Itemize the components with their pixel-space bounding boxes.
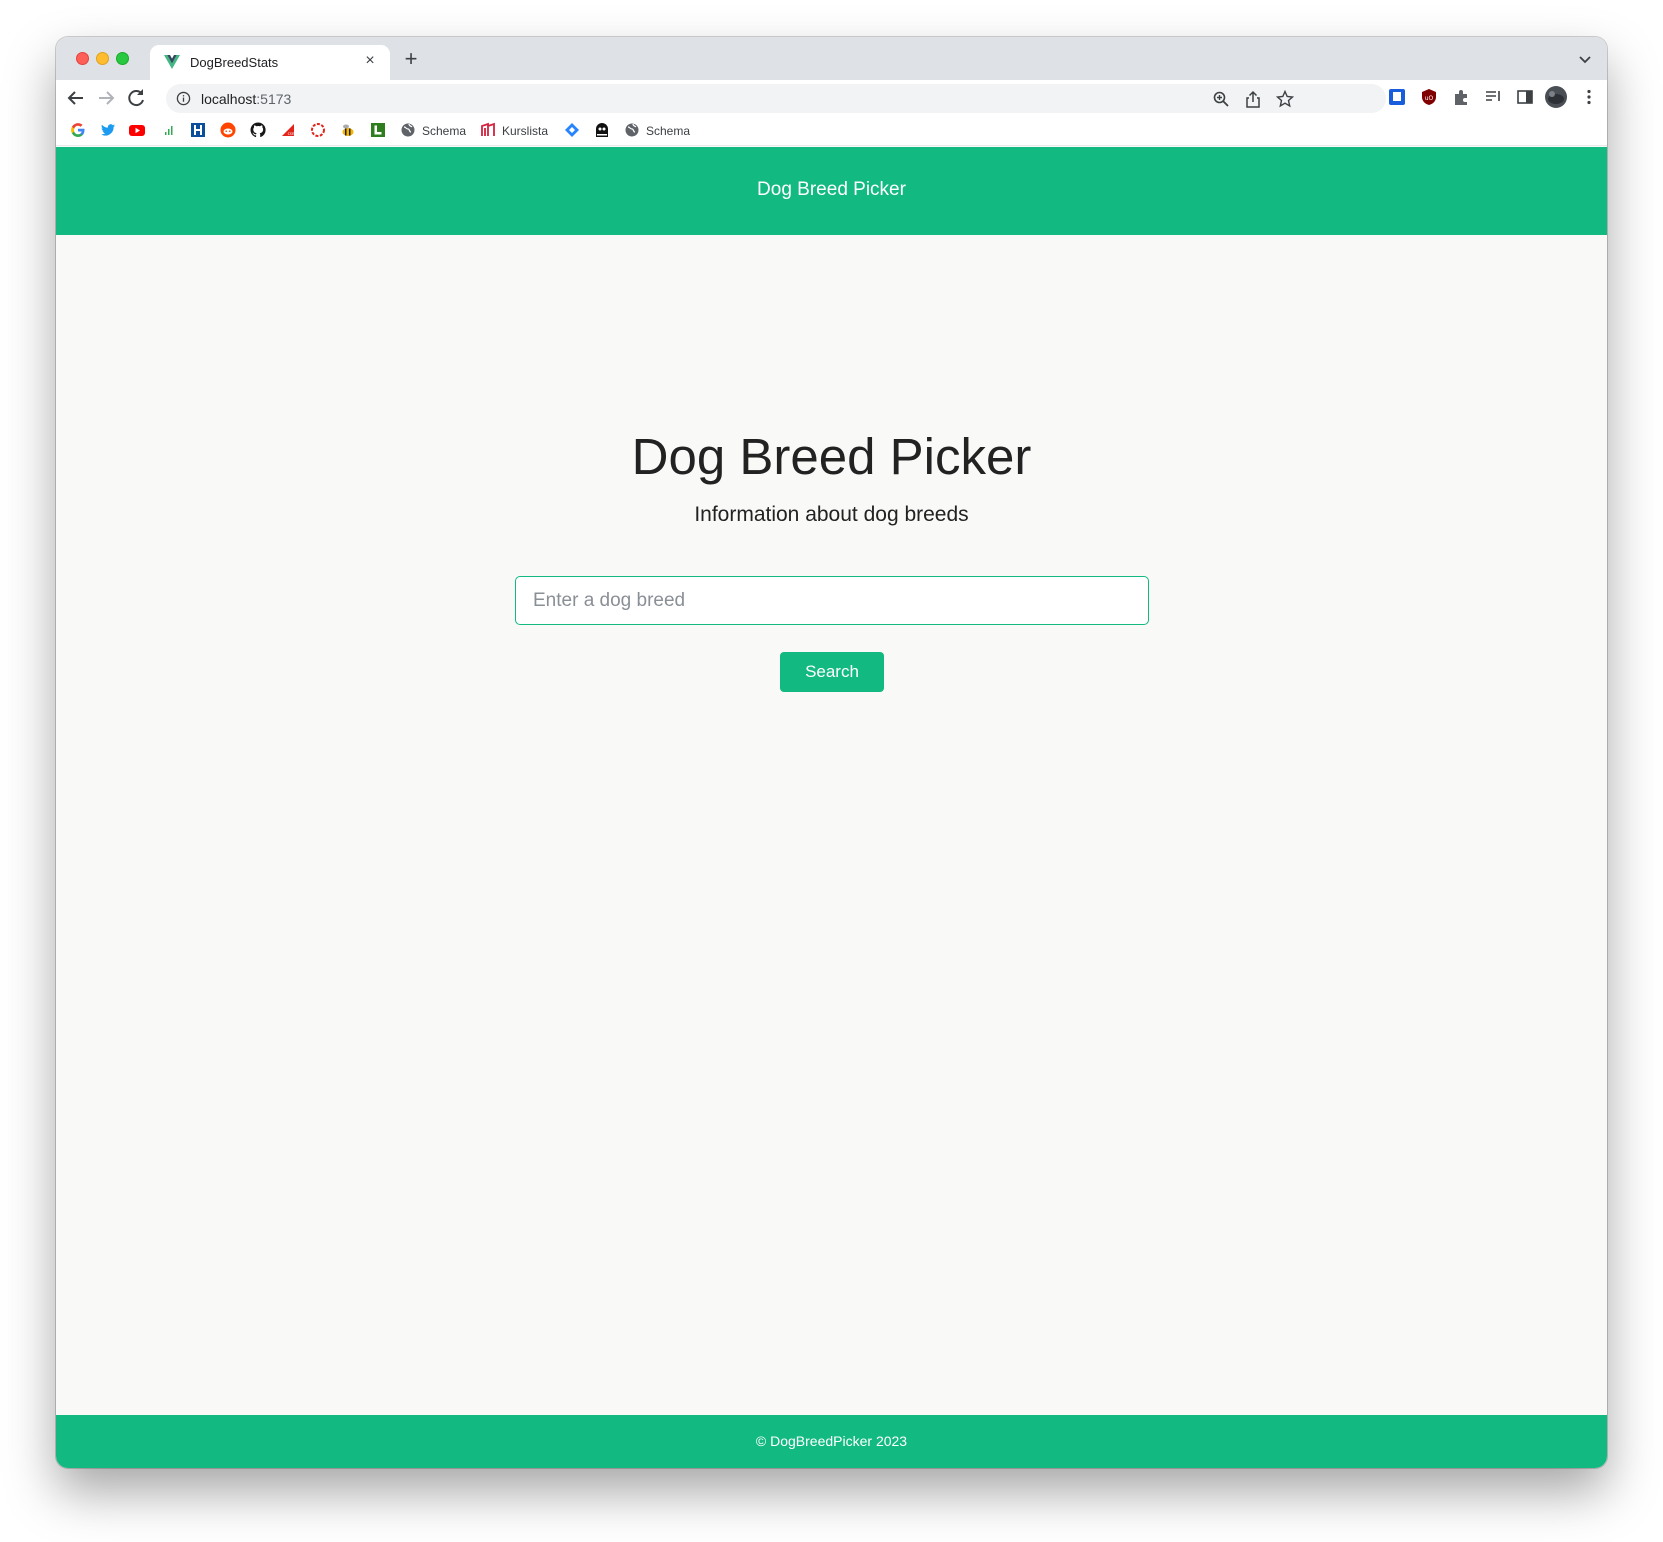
globe-icon[interactable]	[400, 122, 416, 138]
reload-icon[interactable]	[124, 86, 148, 110]
svg-text:uO: uO	[1425, 95, 1434, 102]
l-icon[interactable]	[370, 122, 386, 138]
tab-strip: DogBreedStats × +	[56, 37, 1607, 80]
breed-search-input[interactable]	[515, 576, 1149, 625]
chevron-down-icon[interactable]	[1575, 49, 1595, 69]
footer-copyright: © DogBreedPicker 2023	[755, 1433, 908, 1449]
diamond-icon[interactable]	[564, 122, 580, 138]
csn-icon[interactable]: csn	[280, 122, 296, 138]
bee-icon[interactable]	[340, 122, 356, 138]
analytics-icon[interactable]	[160, 122, 176, 138]
bookmark-label-schema[interactable]: Schema	[422, 124, 466, 138]
side-panel-icon[interactable]	[1516, 88, 1534, 106]
bookmark-star-icon[interactable]	[1276, 90, 1294, 108]
ghost-icon[interactable]	[594, 122, 610, 138]
more-menu-icon[interactable]	[1580, 88, 1598, 106]
ring-icon[interactable]	[310, 122, 326, 138]
forward-arrow-icon[interactable]	[94, 86, 118, 110]
svg-text:csn: csn	[288, 131, 295, 136]
youtube-icon[interactable]	[128, 122, 146, 138]
zoom-icon[interactable]	[1212, 90, 1230, 108]
github-icon[interactable]	[250, 122, 266, 138]
zoom-window-button[interactable]	[116, 52, 129, 65]
reddit-icon[interactable]	[220, 122, 236, 138]
url-host: localhost	[201, 91, 257, 107]
info-icon[interactable]	[176, 91, 191, 106]
close-window-button[interactable]	[76, 52, 89, 65]
site-header: Dog Breed Picker	[56, 147, 1607, 235]
extension-bitwarden-icon[interactable]	[1388, 88, 1406, 106]
google-icon[interactable]	[70, 122, 86, 138]
bookmark-label-schema-2[interactable]: Schema	[646, 124, 690, 138]
bookmark-label-kurslista[interactable]: Kurslista	[502, 124, 548, 138]
page-subtitle: Information about dog breeds	[694, 503, 969, 526]
back-arrow-icon[interactable]	[64, 86, 88, 110]
share-icon[interactable]	[1244, 90, 1262, 108]
extension-ublock-icon[interactable]: uO	[1420, 88, 1438, 106]
profile-avatar[interactable]	[1544, 85, 1568, 109]
browser-window: DogBreedStats × + localhost:5173 uO csn …	[56, 37, 1607, 1468]
site-header-title[interactable]: Dog Breed Picker	[56, 179, 1607, 201]
page-content: Dog Breed Picker Dog Breed Picker Inform…	[56, 147, 1607, 1468]
twitter-icon[interactable]	[100, 122, 116, 138]
reading-list-icon[interactable]	[1484, 88, 1502, 106]
browser-toolbar: localhost:5173 uO	[56, 80, 1607, 116]
bookmarks-bar: csn Schema Kurslista Schema	[56, 116, 1607, 146]
search-button[interactable]: Search	[780, 652, 884, 692]
globe-icon[interactable]	[624, 122, 640, 138]
site-footer: © DogBreedPicker 2023	[56, 1415, 1607, 1468]
bookmark-h-icon[interactable]	[190, 122, 206, 138]
new-tab-button[interactable]: +	[399, 48, 423, 72]
kurslista-icon[interactable]	[480, 122, 496, 138]
page-title: Dog Breed Picker	[631, 428, 1032, 485]
close-tab-icon[interactable]: ×	[360, 51, 380, 71]
url-port: :5173	[256, 91, 292, 107]
vue-logo-icon	[164, 55, 180, 69]
browser-tab[interactable]: DogBreedStats ×	[150, 45, 390, 80]
address-bar[interactable]: localhost:5173	[166, 84, 1386, 113]
tab-title: DogBreedStats	[190, 55, 279, 70]
extensions-puzzle-icon[interactable]	[1452, 88, 1470, 106]
minimize-window-button[interactable]	[96, 52, 109, 65]
url-text: localhost:5173	[201, 91, 291, 107]
